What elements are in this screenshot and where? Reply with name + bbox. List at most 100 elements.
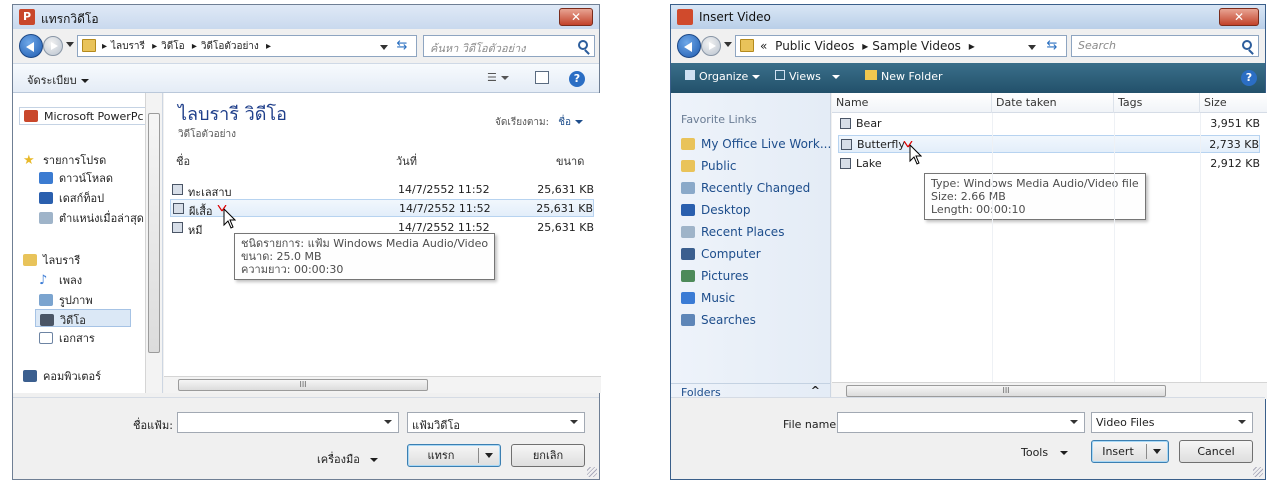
new-folder-button[interactable]: New Folder — [865, 70, 942, 83]
address-bar[interactable]: « Public Videos ▸ Sample Videos ▸ ⇆ — [735, 35, 1067, 57]
nav-item-recent-places[interactable]: Recent Places — [681, 225, 784, 243]
nav-item-desktop[interactable]: เดสก์ท็อป — [39, 189, 104, 207]
column-name[interactable]: Name — [832, 93, 992, 113]
nav-item-computer[interactable]: Computer — [681, 247, 761, 265]
breadcrumb-item[interactable]: วิดีโอตัวอย่าง — [201, 41, 259, 52]
chevron-down-icon[interactable] — [384, 420, 392, 424]
column-size[interactable]: ขนาด — [552, 149, 596, 169]
help-icon[interactable]: ? — [1241, 70, 1257, 86]
filename-input[interactable] — [837, 412, 1085, 433]
file-name: ผีเสื้อ — [189, 205, 213, 218]
breadcrumb-item[interactable]: ไลบรารี — [111, 41, 145, 52]
column-size[interactable]: Size — [1200, 93, 1267, 113]
insert-options-dropdown[interactable] — [485, 453, 493, 458]
new-folder-icon — [865, 70, 877, 80]
nav-item-downloads[interactable]: ดาวน์โหลด — [39, 169, 113, 187]
close-button[interactable]: ✕ — [559, 8, 593, 26]
horizontal-scrollbar[interactable]: III — [164, 376, 601, 393]
filename-input[interactable] — [177, 412, 399, 433]
split-divider — [478, 448, 479, 463]
nav-label: Desktop — [701, 203, 751, 217]
file-list-pane: ไลบรารี วิดีโอ วิดีโอตัวอย่าง จัดเรียงตา… — [164, 93, 601, 393]
help-icon[interactable]: ? — [569, 71, 585, 87]
nav-item-pictures[interactable]: Pictures — [681, 269, 749, 287]
tools-button[interactable]: เครื่องมือ — [317, 450, 378, 468]
chevron-down-icon — [369, 458, 378, 462]
column-date-taken[interactable]: Date taken — [992, 93, 1114, 113]
nav-item-recently-changed[interactable]: Recently Changed — [681, 181, 810, 199]
views-label: Views — [789, 70, 821, 83]
breadcrumb-item[interactable]: Sample Videos — [872, 39, 961, 53]
tools-button[interactable]: Tools — [1021, 446, 1069, 459]
nav-item-office-live[interactable]: My Office Live Work... — [681, 137, 831, 155]
nav-label: เอกสาร — [59, 332, 95, 345]
view-options-button[interactable]: ☰ — [487, 71, 509, 84]
nav-item-pictures[interactable]: รูปภาพ — [39, 291, 93, 309]
nav-scrollbar[interactable] — [145, 93, 162, 393]
forward-button[interactable] — [43, 36, 63, 56]
nav-item-music[interactable]: Music — [681, 291, 735, 309]
address-dropdown[interactable] — [1028, 45, 1036, 50]
nav-item-videos[interactable]: วิดีโอ — [35, 309, 131, 327]
cancel-button[interactable]: ยกเลิก — [511, 444, 585, 467]
breadcrumb-item[interactable]: วิดีโอ — [161, 41, 185, 52]
chevron-down-icon[interactable] — [1070, 420, 1078, 424]
nav-item-desktop[interactable]: Desktop — [681, 203, 751, 221]
organize-button[interactable]: จัดระเบียบ — [27, 71, 89, 89]
recent-pages-dropdown[interactable] — [724, 42, 732, 47]
preview-pane-icon[interactable] — [535, 71, 549, 84]
arrange-by-value: ชื่อ — [558, 117, 571, 128]
nav-item-recent-places[interactable]: ตำแหน่งเมื่อล่าสุด — [39, 209, 144, 227]
nav-item-favorites[interactable]: ★ รายการโปรด — [23, 151, 106, 169]
desktop-icon — [681, 204, 695, 216]
nav-item-libraries[interactable]: ไลบรารี — [23, 251, 80, 269]
nav-label: Music — [701, 291, 736, 305]
resize-grip[interactable] — [1253, 467, 1263, 477]
insert-button[interactable]: แทรก — [407, 444, 501, 467]
address-bar[interactable]: ▸ ไลบรารี ▸ วิดีโอ ▸ วิดีโอตัวอย่าง ▸ ⇆ — [77, 35, 417, 57]
breadcrumb-item[interactable]: Public Videos — [775, 39, 854, 53]
forward-button[interactable] — [701, 36, 721, 56]
scroll-thumb[interactable]: III — [178, 379, 428, 391]
back-button[interactable] — [19, 34, 43, 58]
search-icon[interactable] — [578, 40, 588, 50]
insert-options-dropdown[interactable] — [1153, 449, 1161, 454]
arrange-by[interactable]: จัดเรียงตาม: ชื่อ — [495, 115, 583, 130]
filetype-select[interactable]: Video Files — [1091, 412, 1253, 433]
nav-item-computer[interactable]: คอมพิวเตอร์ — [23, 367, 101, 385]
nav-item-powerpoint[interactable]: Microsoft PowerPc — [19, 107, 157, 125]
cancel-button[interactable]: Cancel — [1179, 440, 1253, 463]
search-icon[interactable] — [1242, 40, 1252, 50]
nav-item-searches[interactable]: Searches — [681, 313, 756, 331]
scroll-thumb[interactable] — [148, 113, 160, 353]
file-row[interactable]: Bear 3,951 KB — [838, 115, 1260, 133]
column-tags[interactable]: Tags — [1114, 93, 1200, 113]
close-button[interactable]: ✕ — [1219, 8, 1259, 26]
computer-icon — [23, 370, 37, 382]
address-dropdown[interactable] — [380, 45, 388, 50]
nav-item-music[interactable]: ♪ เพลง — [39, 271, 82, 289]
resize-grip[interactable] — [587, 467, 597, 477]
nav-item-public[interactable]: Public — [681, 159, 737, 177]
chevron-down-icon[interactable] — [832, 75, 841, 79]
search-input[interactable]: ค้นหา วิดีโอตัวอย่าง — [423, 35, 595, 57]
scroll-grip: III — [299, 380, 307, 389]
recent-pages-dropdown[interactable] — [66, 42, 74, 47]
video-file-icon — [172, 222, 183, 233]
back-button[interactable] — [677, 34, 701, 58]
refresh-icon[interactable]: ⇆ — [392, 38, 412, 54]
organize-button[interactable]: Organize — [685, 70, 761, 83]
scroll-thumb[interactable]: III — [846, 385, 1166, 397]
nav-item-documents[interactable]: เอกสาร — [39, 329, 95, 347]
refresh-icon[interactable]: ⇆ — [1042, 38, 1062, 54]
nav-label: ตำแหน่งเมื่อล่าสุด — [59, 212, 144, 225]
search-input[interactable]: Search — [1071, 35, 1259, 57]
insert-button[interactable]: Insert — [1091, 440, 1169, 463]
views-button[interactable]: Views — [775, 70, 841, 83]
filetype-value: Video Files — [1096, 416, 1155, 429]
column-date[interactable]: วันที่ — [392, 149, 512, 169]
column-name[interactable]: ชื่อ — [172, 149, 392, 169]
breadcrumb-overflow[interactable]: « — [760, 39, 767, 53]
file-row[interactable]: ทะเลสาบ 14/7/2552 11:52 25,631 KB — [170, 181, 594, 199]
filetype-select[interactable]: แฟ้มวิดีโอ — [407, 412, 585, 433]
